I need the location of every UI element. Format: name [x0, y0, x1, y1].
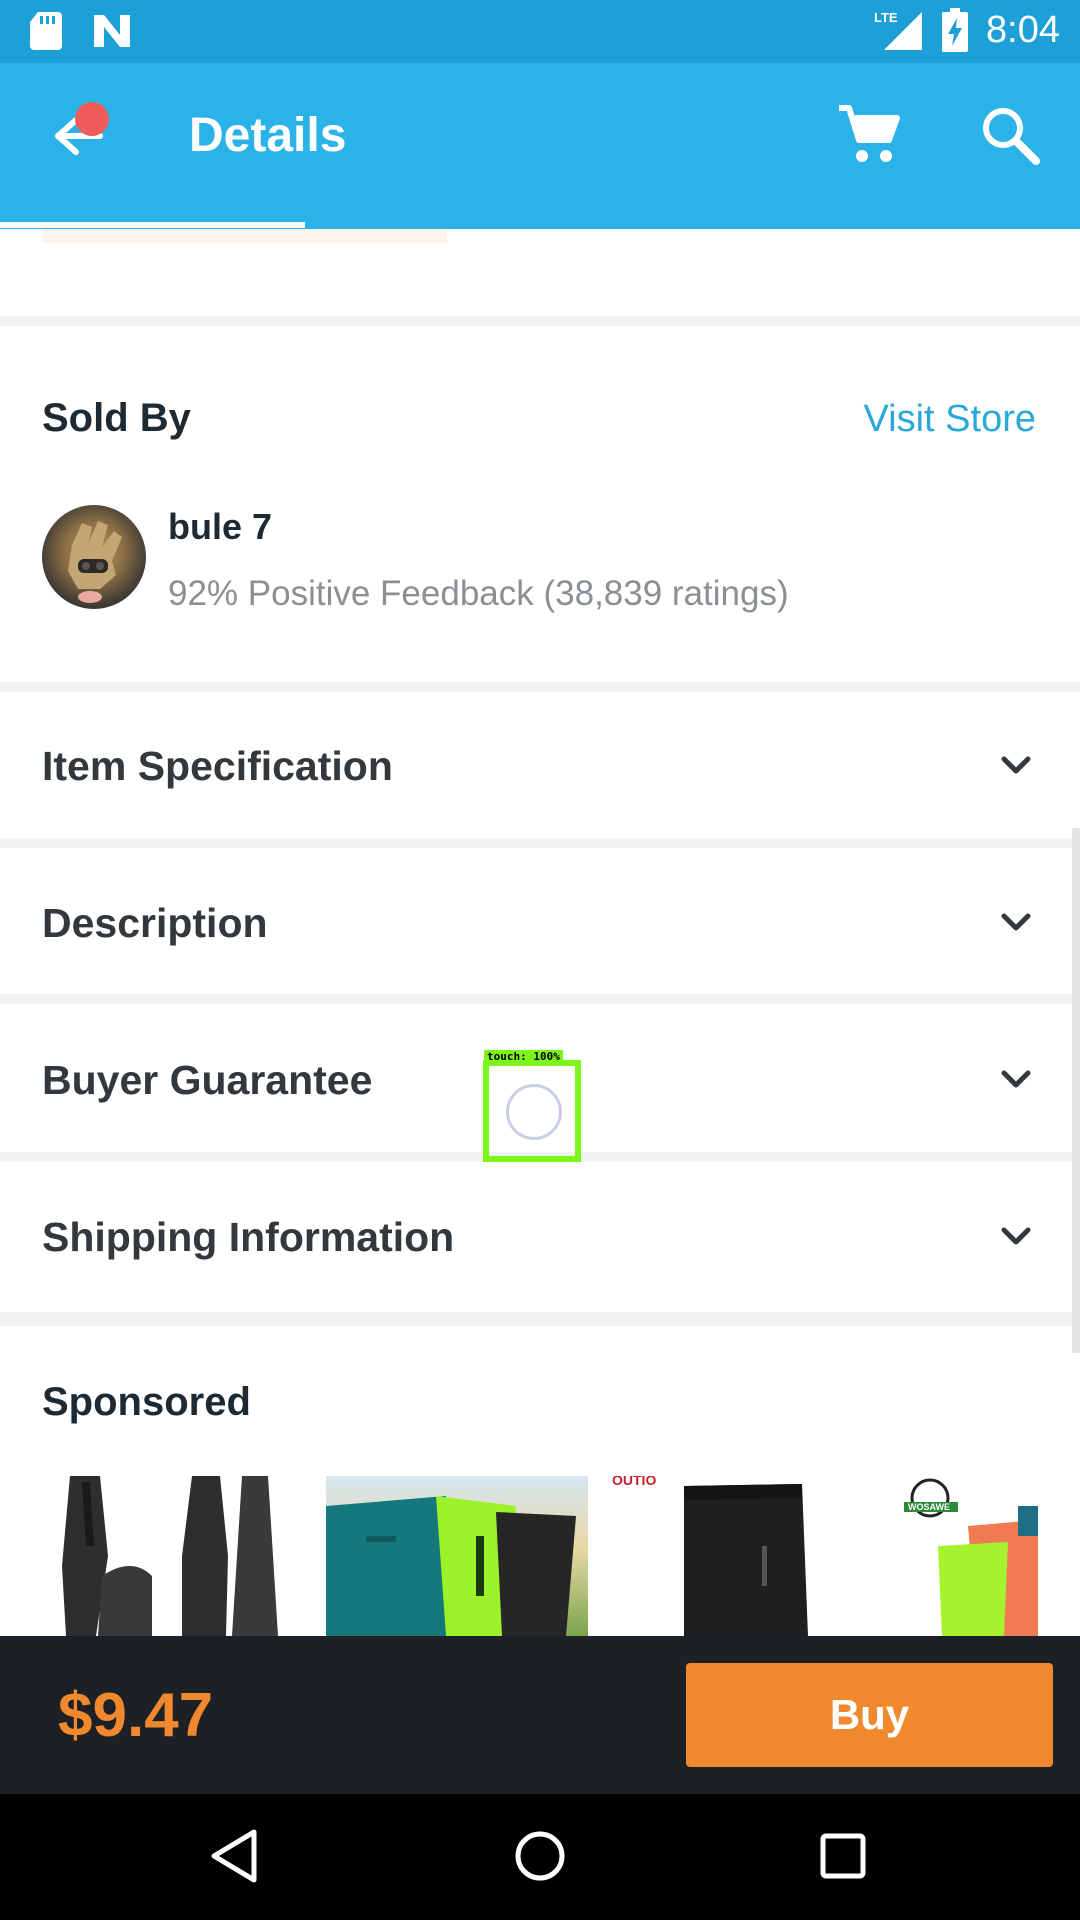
brand-logo: WOSAWE — [908, 1502, 950, 1512]
tab-indicator — [0, 222, 305, 228]
seller-feedback: 92% Positive Feedback (38,839 ratings) — [168, 574, 789, 613]
sponsored-heading: Sponsored — [42, 1380, 251, 1424]
sponsored-product-2[interactable] — [326, 1476, 588, 1636]
status-left-icons — [30, 12, 132, 50]
n-notification-icon — [94, 15, 130, 47]
description-label: Description — [42, 900, 268, 946]
visit-store-link[interactable]: Visit Store — [864, 398, 1036, 441]
notification-badge — [75, 102, 109, 136]
chevron-down-icon — [1001, 1227, 1031, 1245]
search-icon — [983, 108, 1040, 165]
previous-section-remnant — [42, 229, 447, 243]
seller-name[interactable]: bule 7 — [168, 506, 272, 548]
colored-shorts-image — [904, 1478, 1038, 1636]
seller-avatar[interactable] — [42, 505, 146, 609]
cycling-shorts-image — [326, 1496, 576, 1636]
clock: 8:04 — [986, 8, 1060, 51]
section-divider — [0, 682, 1080, 692]
network-label: LTE — [874, 10, 898, 25]
price: $9.47 — [58, 1681, 214, 1750]
sold-by-heading: Sold By — [42, 396, 191, 440]
status-right-icons: LTE 8:04 — [872, 8, 1060, 52]
sponsored-product-3[interactable]: OUTIO — [612, 1476, 848, 1636]
section-divider — [0, 838, 1080, 848]
app-bar — [0, 63, 1080, 229]
touch-indicator-circle — [506, 1084, 562, 1140]
item-specification-label: Item Specification — [42, 743, 393, 789]
chevron-down-icon — [1001, 1070, 1031, 1088]
search-button[interactable] — [975, 100, 1045, 170]
cart-button[interactable] — [835, 100, 905, 170]
brand-logo: OUTIO — [612, 1476, 657, 1488]
nav-recents-icon[interactable] — [803, 1816, 883, 1896]
chevron-down-icon — [1001, 913, 1031, 931]
buyer-guarantee-label: Buyer Guarantee — [42, 1057, 373, 1103]
glove-image — [68, 521, 122, 603]
touch-indicator-label: touch: 100% — [484, 1050, 563, 1063]
scrollbar[interactable] — [1072, 828, 1080, 1353]
sd-card-icon — [30, 12, 62, 50]
battery-charging-icon — [942, 8, 969, 52]
nav-back-icon[interactable] — [196, 1816, 276, 1896]
nav-home-icon[interactable] — [500, 1816, 580, 1896]
bib-shorts-image — [62, 1476, 278, 1636]
section-divider — [0, 994, 1080, 1004]
shipping-information-label: Shipping Information — [42, 1214, 455, 1260]
section-divider — [0, 316, 1080, 326]
page-title: Details — [189, 109, 347, 162]
sponsored-product-1[interactable] — [42, 1476, 292, 1636]
chevron-down-icon — [1001, 756, 1031, 774]
section-divider — [0, 1312, 1080, 1326]
signal-icon: LTE — [874, 10, 923, 50]
sponsored-product-4[interactable]: WOSAWE — [868, 1476, 1038, 1636]
black-shorts-image — [684, 1484, 808, 1636]
buy-button[interactable]: Buy — [686, 1663, 1053, 1767]
cart-icon — [839, 105, 900, 162]
